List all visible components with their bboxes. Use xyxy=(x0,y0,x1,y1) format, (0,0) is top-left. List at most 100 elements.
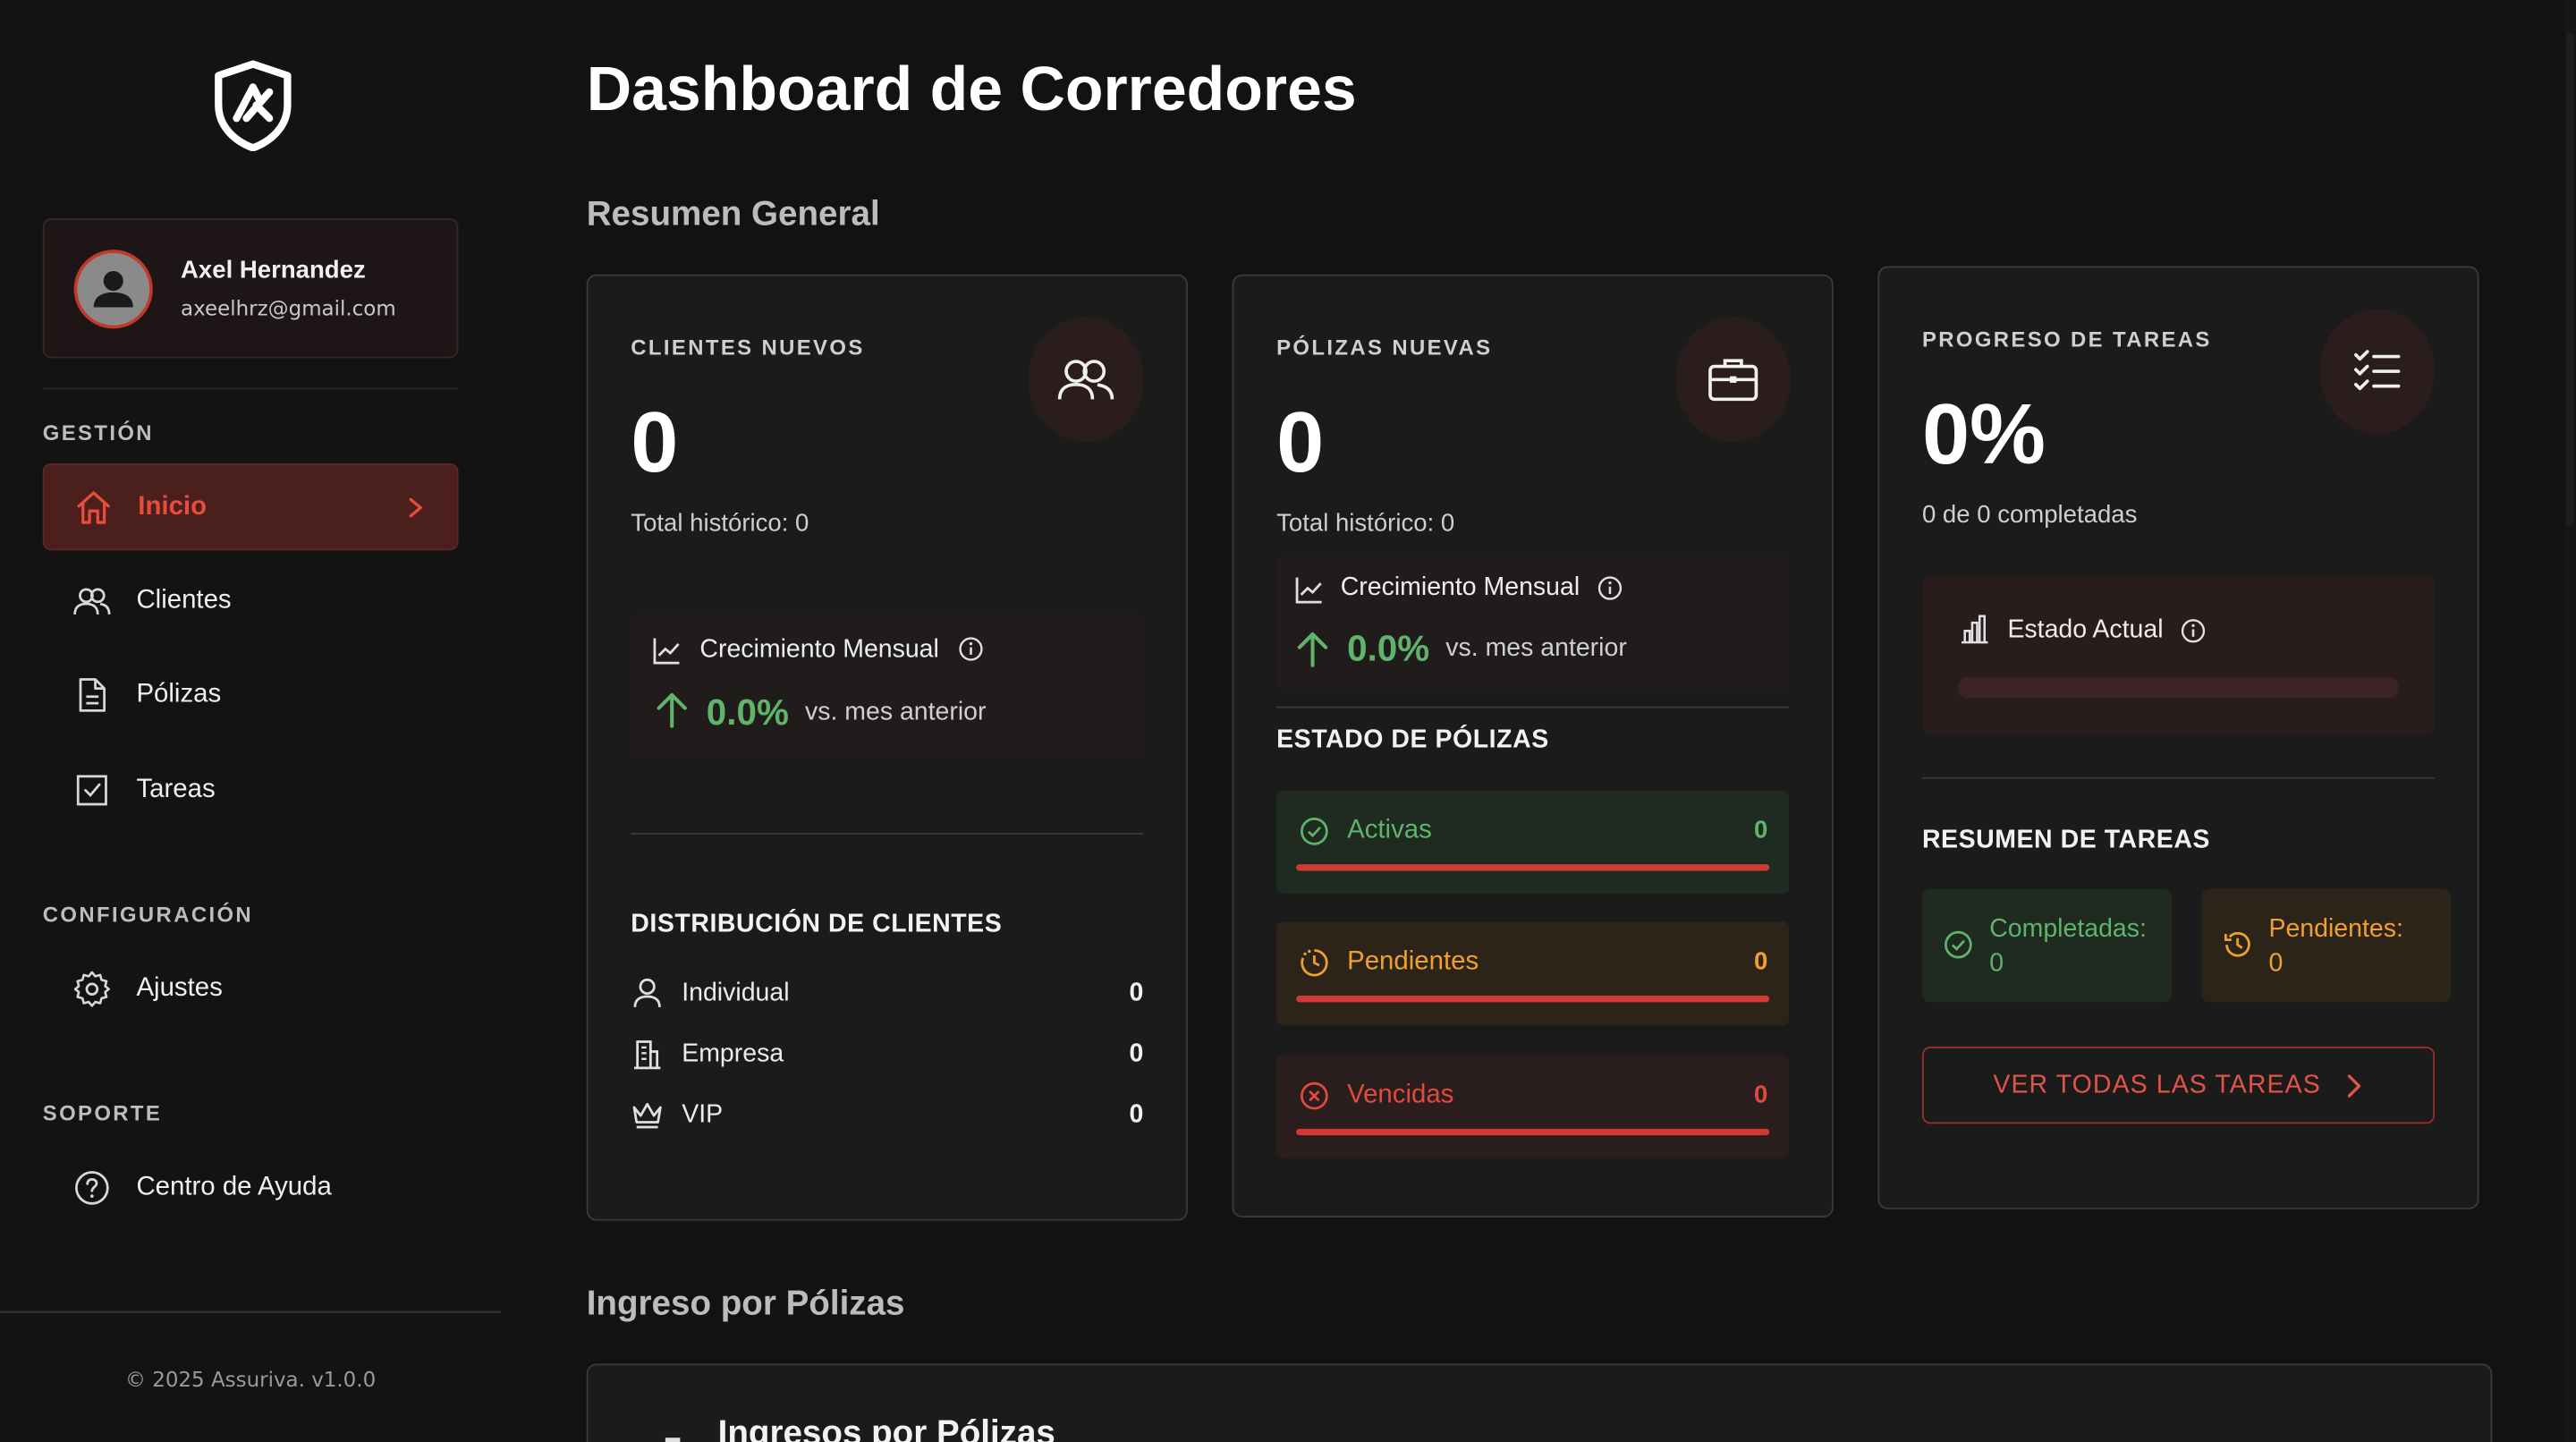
card-icon-badge xyxy=(1675,317,1792,443)
pending-summary[interactable]: Pendientes: 0 xyxy=(2201,888,2452,1003)
avatar xyxy=(73,250,153,329)
users-icon xyxy=(73,587,111,615)
status-value: 0 xyxy=(1753,1081,1768,1109)
completed-value: 0 xyxy=(1989,949,2004,978)
chevron-right-icon xyxy=(2347,1073,2360,1097)
card-icon-badge xyxy=(2319,309,2435,434)
completed-summary[interactable]: Completadas: 0 xyxy=(1921,888,2173,1003)
x-circle-icon xyxy=(1301,1082,1328,1110)
distribution-title: DISTRIBUCIÓN DE CLIENTES xyxy=(631,910,1003,938)
card-label: PÓLIZAS NUEVAS xyxy=(1276,335,1493,360)
help-icon xyxy=(75,1170,109,1204)
sidebar-item-label: Clientes xyxy=(136,585,232,615)
view-all-tasks-label: VER TODAS LAS TAREAS xyxy=(1993,1070,2321,1098)
monthly-growth-box: Crecimiento Mensual 0.0% vs. mes anterio… xyxy=(1276,555,1790,691)
status-pendientes[interactable]: Pendientes 0 xyxy=(1276,921,1790,1026)
status-bar xyxy=(1296,864,1770,871)
document-icon xyxy=(79,677,106,711)
view-all-tasks-button[interactable]: VER TODAS LAS TAREAS xyxy=(1921,1046,2435,1124)
growth-compare: vs. mes anterior xyxy=(804,698,987,726)
divider xyxy=(1276,706,1790,708)
completed-label: Completadas: xyxy=(1989,915,2147,944)
check-circle-icon xyxy=(1301,818,1328,845)
distribution-value: 0 xyxy=(1129,1100,1144,1129)
person-icon xyxy=(633,978,661,1007)
sidebar-item-centro-de-ayuda[interactable]: Centro de Ayuda xyxy=(43,1143,459,1230)
pending-value: 0 xyxy=(2268,949,2284,978)
sidebar-item-label: Pólizas xyxy=(136,679,222,708)
sidebar-item-tareas[interactable]: Tareas xyxy=(43,746,459,833)
income-icon xyxy=(665,1438,681,1442)
sidebar-item-polizas[interactable]: Pólizas xyxy=(43,650,459,737)
card-label: PROGRESO DE TAREAS xyxy=(1921,327,2212,352)
crown-icon xyxy=(632,1102,662,1129)
growth-title: Crecimiento Mensual xyxy=(699,635,939,665)
distribution-label: VIP xyxy=(682,1100,724,1129)
shield-logo-icon[interactable] xyxy=(210,59,296,151)
copyright-text: © 2025 Assuriva. v1.0.0 xyxy=(124,1367,377,1392)
distribution-value: 0 xyxy=(1129,979,1144,1007)
arrow-up-icon xyxy=(1297,632,1328,667)
page-title: Dashboard de Corredores xyxy=(586,55,1357,125)
divider xyxy=(0,1311,502,1313)
task-progress-card: PROGRESO DE TAREAS 0% 0 de 0 completadas… xyxy=(1877,266,2479,1209)
users-icon xyxy=(1057,360,1114,400)
sidebar: Axel Hernandez axeelhrz@gmail.com GESTIÓ… xyxy=(0,0,502,1442)
building-icon xyxy=(633,1040,661,1070)
card-label: CLIENTES NUEVOS xyxy=(631,335,865,360)
status-value: 0 xyxy=(1753,947,1768,976)
pending-summary-text: Pendientes: 0 xyxy=(2268,912,2402,980)
user-email: axeelhrz@gmail.com xyxy=(181,295,396,321)
sidebar-item-label: Tareas xyxy=(136,775,216,803)
pending-label: Pendientes: xyxy=(2268,915,2403,944)
arrow-up-icon xyxy=(657,692,687,728)
completed-summary-text: Completadas: 0 xyxy=(1989,912,2147,980)
user-name: Axel Hernandez xyxy=(181,256,366,284)
info-icon[interactable] xyxy=(958,636,984,662)
section-label-gestion: GESTIÓN xyxy=(42,420,154,445)
scrollbar-thumb[interactable] xyxy=(2565,32,2575,526)
sidebar-item-label: Ajustes xyxy=(136,973,223,1002)
chart-line-icon xyxy=(1295,577,1322,604)
status-label: Pendientes xyxy=(1347,947,1479,976)
section-heading-income: Ingreso por Pólizas xyxy=(586,1285,905,1323)
status-bar xyxy=(1296,996,1770,1003)
current-status-box: Estado Actual xyxy=(1921,576,2435,735)
home-icon xyxy=(77,490,110,523)
info-icon[interactable] xyxy=(2180,618,2206,644)
distribution-label: Empresa xyxy=(682,1039,784,1068)
new-clients-value: 0 xyxy=(631,395,679,492)
sidebar-item-inicio[interactable]: Inicio xyxy=(42,462,459,551)
checkbox-icon xyxy=(76,774,107,805)
checklist-icon xyxy=(2353,350,2401,391)
policy-status-title: ESTADO DE PÓLIZAS xyxy=(1276,725,1549,755)
new-policies-value: 0 xyxy=(1276,395,1325,492)
clock-icon xyxy=(1301,949,1328,977)
income-card: Ingresos por Pólizas xyxy=(586,1363,2493,1442)
task-summary-title: RESUMEN DE TAREAS xyxy=(1921,826,2210,855)
gear-icon xyxy=(73,970,110,1006)
distribution-row-vip: VIP 0 xyxy=(631,1098,1143,1133)
briefcase-icon xyxy=(1708,359,1758,402)
new-clients-card: CLIENTES NUEVOS 0 Total histórico: 0 Cre… xyxy=(586,274,1188,1221)
sidebar-item-clientes[interactable]: Clientes xyxy=(43,557,459,644)
check-circle-icon xyxy=(1945,930,1972,959)
divider xyxy=(42,387,459,390)
growth-value: 0.0% xyxy=(1347,627,1430,669)
distribution-row-empresa: Empresa 0 xyxy=(631,1037,1143,1073)
status-activas[interactable]: Activas 0 xyxy=(1276,790,1790,895)
status-label: Vencidas xyxy=(1347,1081,1454,1109)
growth-value: 0.0% xyxy=(706,691,789,734)
chevron-right-icon xyxy=(409,496,422,517)
status-vencidas[interactable]: Vencidas 0 xyxy=(1276,1055,1790,1158)
distribution-value: 0 xyxy=(1129,1039,1144,1068)
user-profile-card[interactable]: Axel Hernandez axeelhrz@gmail.com xyxy=(42,218,459,359)
sidebar-item-ajustes[interactable]: Ajustes xyxy=(43,945,459,1031)
income-card-title: Ingresos por Pólizas xyxy=(717,1414,1055,1442)
new-policies-card: PÓLIZAS NUEVAS 0 Total histórico: 0 Crec… xyxy=(1232,274,1834,1217)
total-historic: Total histórico: 0 xyxy=(631,509,809,538)
info-icon[interactable] xyxy=(1597,575,1623,601)
growth-compare: vs. mes anterior xyxy=(1445,633,1627,663)
distribution-label: Individual xyxy=(682,979,790,1007)
progress-bar-track xyxy=(1958,676,2399,699)
